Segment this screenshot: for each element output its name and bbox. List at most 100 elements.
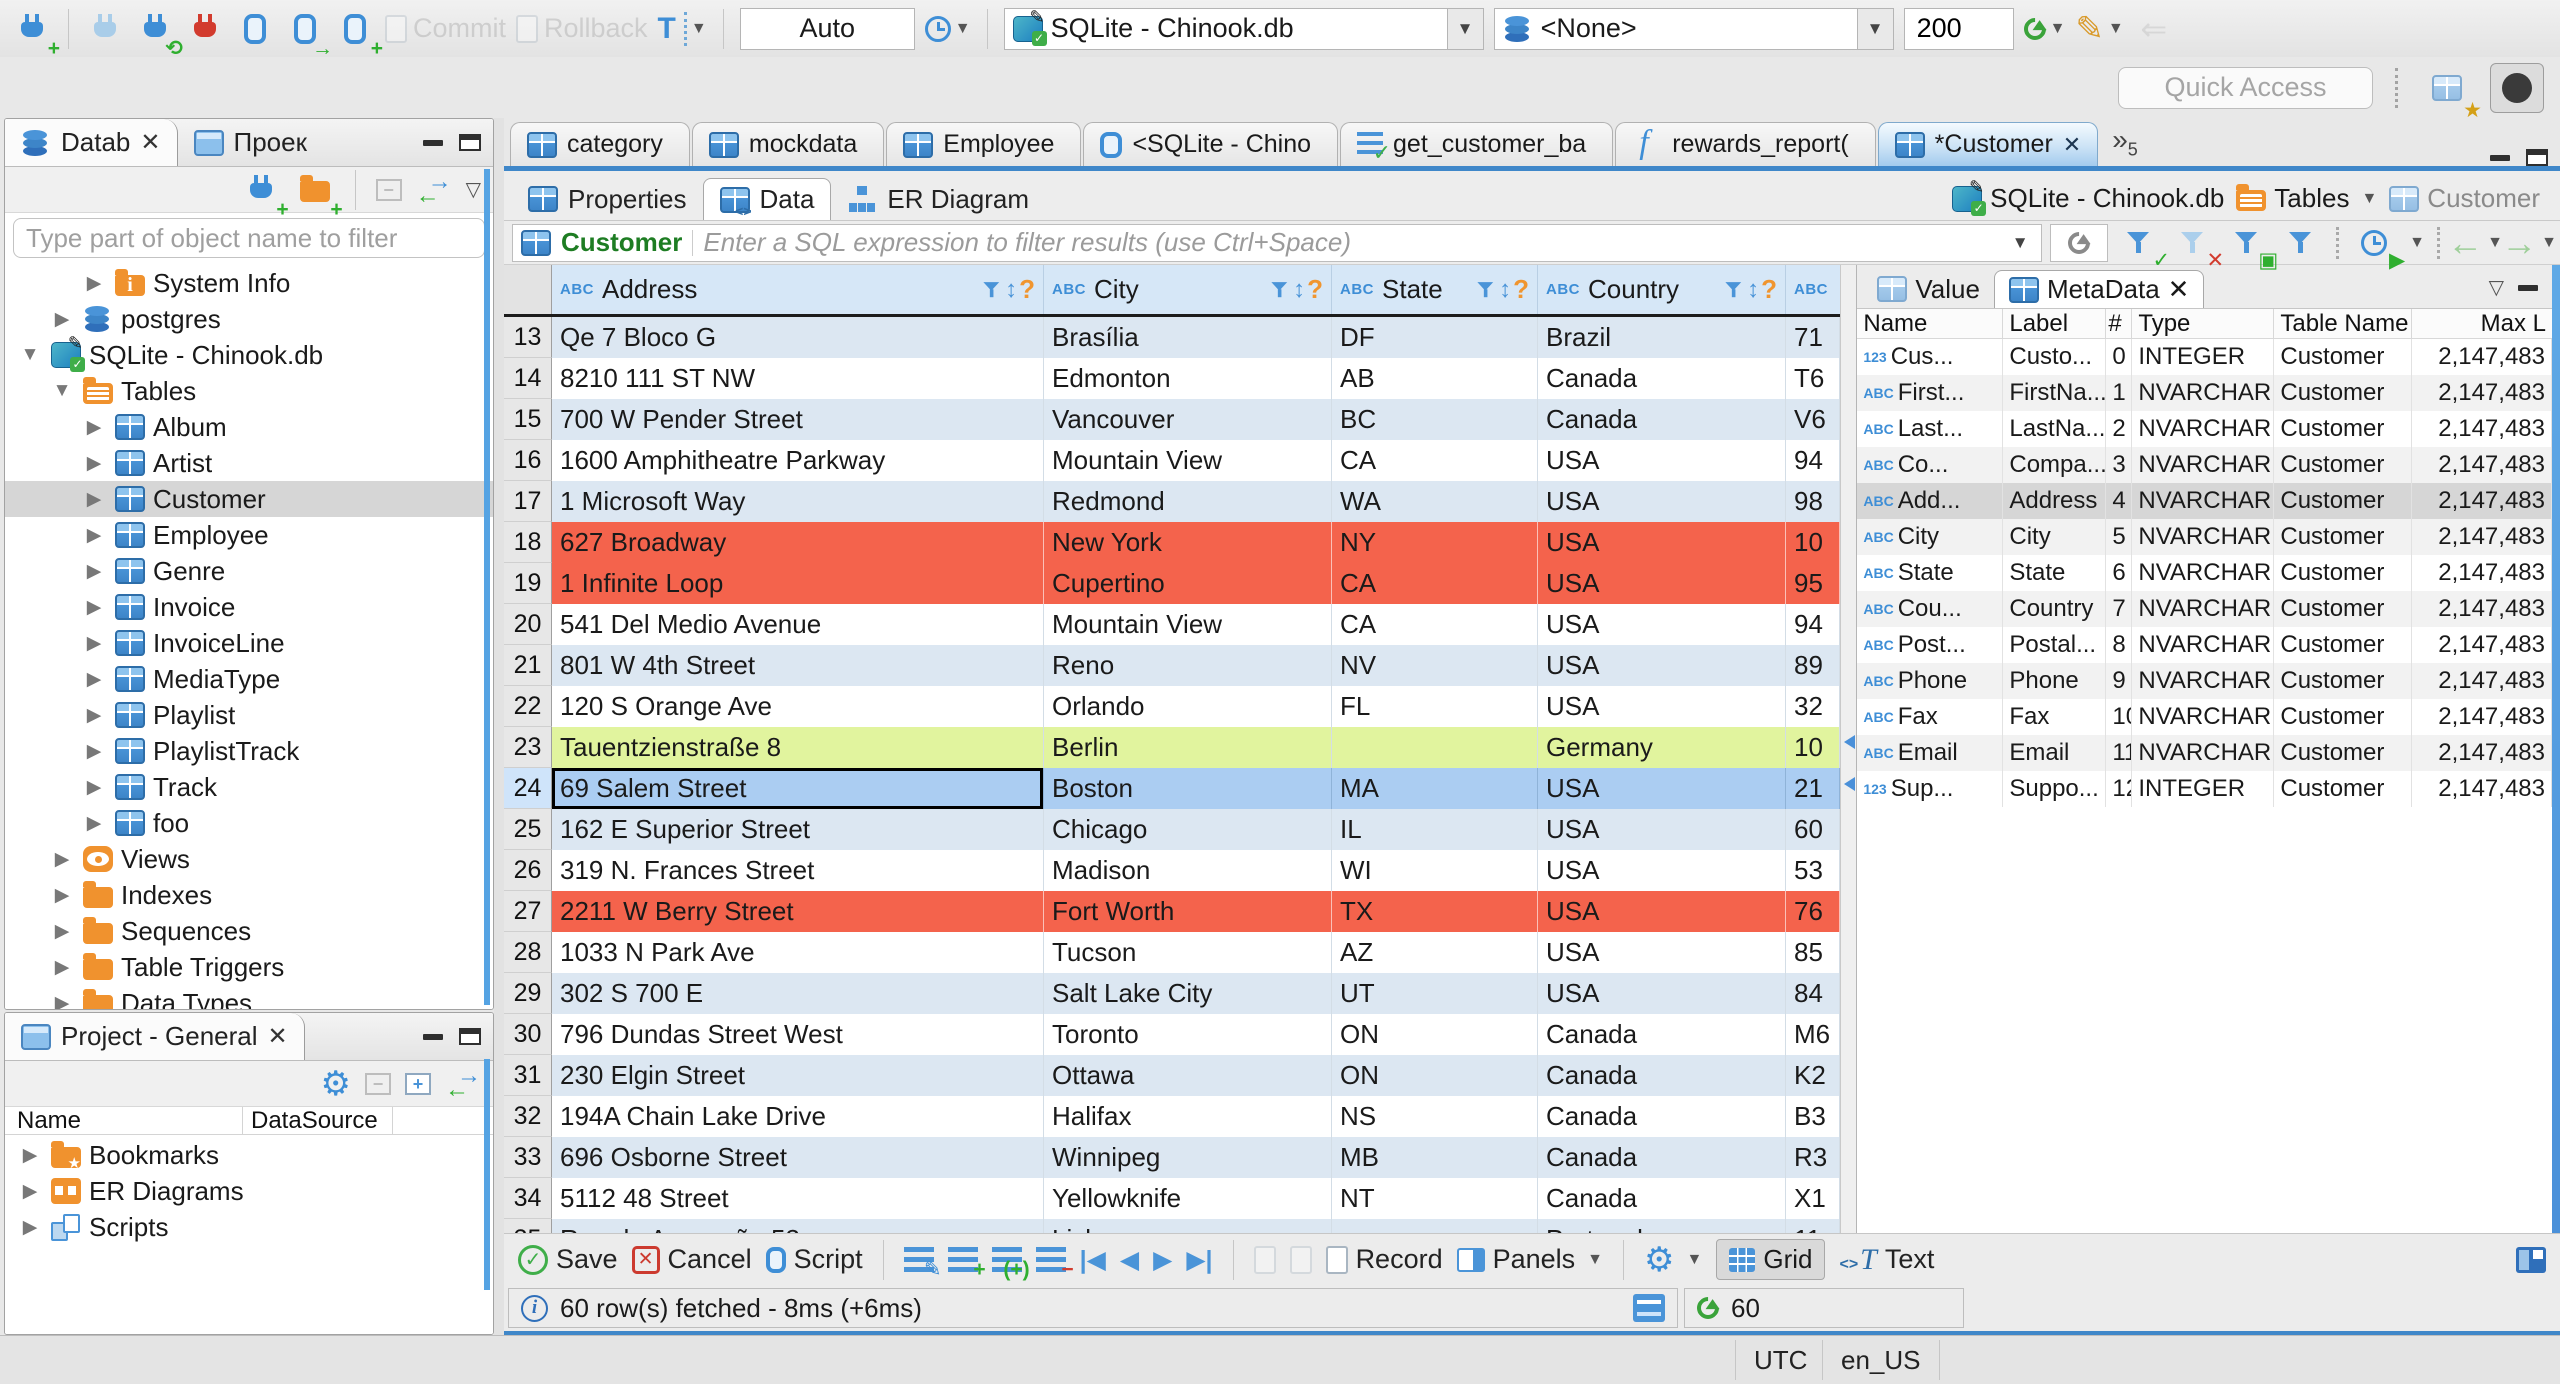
row-number-cell[interactable]: 14 <box>504 358 552 399</box>
cell-city[interactable]: Salt Lake City <box>1044 973 1332 1014</box>
corner-header-cell[interactable] <box>504 265 552 314</box>
open-perspective-button[interactable]: ★ <box>2420 63 2482 121</box>
new-connection-button[interactable]: + <box>241 168 289 220</box>
view-menu-icon[interactable]: ▽ <box>2489 275 2504 300</box>
table-row[interactable]: 27 2211 W Berry Street Fort Worth TX USA… <box>504 891 1841 932</box>
tab-database-navigator[interactable]: Datab ✕ <box>5 119 178 166</box>
cell-table-name[interactable]: Customer <box>2274 627 2413 663</box>
tree-item[interactable]: ▶ Indexes <box>5 877 493 913</box>
cell-column-name[interactable]: ABC Phone <box>1857 663 2004 699</box>
tree-item[interactable]: ▶ ER Diagrams <box>5 1173 493 1209</box>
cell-address[interactable]: 696 Osborne Street <box>552 1137 1044 1178</box>
cell-state[interactable]: IL <box>1332 809 1538 850</box>
cell-state[interactable] <box>1332 727 1538 768</box>
column-header-type[interactable]: Type <box>2132 309 2275 338</box>
transaction-mode-button[interactable]: T ▼ <box>658 7 707 51</box>
sort-icon[interactable]: ↕ <box>1293 276 1305 304</box>
commit-button[interactable]: Commit <box>385 7 506 51</box>
fetch-size-input[interactable] <box>1903 7 2014 50</box>
cell-max-length[interactable]: 2,147,483 <box>2412 591 2552 627</box>
cell-country[interactable]: Portugal <box>1538 1219 1786 1233</box>
metadata-row[interactable]: ABC Last... LastNa... 2 NVARCHAR Customer… <box>1857 411 2552 447</box>
auto-refresh-button[interactable]: ▶ <box>2351 223 2405 271</box>
twistie-icon[interactable]: ▶ <box>81 416 107 439</box>
active-connection-combo[interactable]: SQLite - Chinook.db ▼ <box>1003 7 1484 50</box>
table-row[interactable]: 13 Qe 7 Bloco G Brasília DF Brazil 71 <box>504 317 1841 358</box>
cancel-button[interactable]: ✕ Cancel <box>631 1244 752 1275</box>
tab-value[interactable]: Value <box>1863 270 1994 308</box>
twistie-icon[interactable]: ▶ <box>17 1144 43 1167</box>
tree-item[interactable]: ▼ SQLite - Chinook.db <box>5 333 493 373</box>
cell-city[interactable]: Ottawa <box>1044 1055 1332 1096</box>
table-row[interactable]: 24 69 Salem Street Boston MA USA 21 <box>504 768 1841 809</box>
cell-state[interactable]: AB <box>1332 358 1538 399</box>
cell-table-name[interactable]: Customer <box>2274 663 2413 699</box>
cell-address[interactable]: 541 Del Medio Avenue <box>552 604 1044 645</box>
cell-country[interactable]: Canada <box>1538 1096 1786 1137</box>
cell-postalcode[interactable]: 94 <box>1786 440 1841 481</box>
table-row[interactable]: 26 319 N. Frances Street Madison WI USA … <box>504 850 1841 891</box>
metadata-row[interactable]: 123Sup... Suppo... 12 INTEGER Customer 2… <box>1857 771 2552 807</box>
cell-max-length[interactable]: 2,147,483 <box>2412 627 2552 663</box>
cell-max-length[interactable]: 2,147,483 <box>2412 663 2552 699</box>
cell-column-name[interactable]: 123 Sup... <box>1857 771 2004 807</box>
cell-address[interactable]: 230 Elgin Street <box>552 1055 1044 1096</box>
table-row[interactable]: 17 1 Microsoft Way Redmond WA USA 98 <box>504 481 1841 522</box>
row-number-cell[interactable]: 18 <box>504 522 552 563</box>
refresh-button[interactable] <box>2050 223 2109 262</box>
column-header-country[interactable]: ABC Country ↕? <box>1538 265 1786 314</box>
cell-country[interactable]: USA <box>1538 891 1786 932</box>
cell-country[interactable]: Canada <box>1538 1055 1786 1096</box>
commit-mode-combo[interactable]: Auto <box>739 7 915 50</box>
cell-ordinal[interactable]: 12 <box>2106 771 2133 807</box>
tree-item[interactable]: ▶ foo <box>5 805 493 841</box>
sql-filter-field[interactable]: Customer Enter a SQL expression to filte… <box>512 223 2043 262</box>
cell-label[interactable]: State <box>2003 555 2107 591</box>
tab-overflow-button[interactable]: »5 <box>2100 124 2150 161</box>
cell-state[interactable]: MA <box>1332 768 1538 809</box>
filter-icon[interactable] <box>1723 279 1745 301</box>
row-number-cell[interactable]: 25 <box>504 809 552 850</box>
cell-table-name[interactable]: Customer <box>2274 483 2413 519</box>
cell-country[interactable]: USA <box>1538 563 1786 604</box>
minimize-icon[interactable] <box>423 139 443 146</box>
new-folder-button[interactable]: + <box>295 168 343 220</box>
cell-postalcode[interactable]: 95 <box>1786 563 1841 604</box>
cell-address[interactable]: 5112 48 Street <box>552 1178 1044 1219</box>
twistie-icon[interactable]: ▶ <box>81 452 107 475</box>
cell-table-name[interactable]: Customer <box>2274 339 2413 375</box>
cell-type[interactable]: NVARCHAR <box>2132 375 2275 411</box>
transaction-log-button[interactable]: ▼ <box>924 7 971 51</box>
cell-max-length[interactable]: 2,147,483 <box>2412 519 2552 555</box>
cell-address[interactable]: 194A Chain Lake Drive <box>552 1096 1044 1137</box>
table-row[interactable]: 20 541 Del Medio Avenue Mountain View CA… <box>504 604 1841 645</box>
toggle-panel-button[interactable] <box>2516 1246 2546 1273</box>
cell-postalcode[interactable]: 98 <box>1786 481 1841 522</box>
cell-city[interactable]: Yellowknife <box>1044 1178 1332 1219</box>
cell-address[interactable]: 801 W 4th Street <box>552 645 1044 686</box>
cell-state[interactable]: NY <box>1332 522 1538 563</box>
table-row[interactable]: 18 627 Broadway New York NY USA 10 <box>504 522 1841 563</box>
cell-city[interactable]: Brasília <box>1044 317 1332 358</box>
twistie-icon[interactable]: ▶ <box>81 596 107 619</box>
cell-city[interactable]: Winnipeg <box>1044 1137 1332 1178</box>
tree-item[interactable]: ▶ Track <box>5 769 493 805</box>
link-with-editor-button[interactable] <box>445 1062 481 1104</box>
cell-country[interactable]: Canada <box>1538 399 1786 440</box>
panels-button[interactable]: Panels ▼ <box>1456 1244 1603 1275</box>
table-row[interactable]: 25 162 E Superior Street Chicago IL USA … <box>504 809 1841 850</box>
editor-tab[interactable]: *Customer ✕ <box>1877 122 2099 166</box>
cell-label[interactable]: City <box>2003 519 2107 555</box>
cell-state[interactable]: AZ <box>1332 932 1538 973</box>
cell-column-name[interactable]: ABC Last... <box>1857 411 2004 447</box>
dbeaver-perspective-button[interactable] <box>2490 62 2544 113</box>
twistie-icon[interactable]: ▶ <box>81 812 107 835</box>
reconnect-button[interactable]: ⟲ <box>135 7 183 59</box>
cell-table-name[interactable]: Customer <box>2274 519 2413 555</box>
cell-column-name[interactable]: ABC State <box>1857 555 2004 591</box>
minimize-icon[interactable] <box>423 1033 443 1040</box>
cell-city[interactable]: Edmonton <box>1044 358 1332 399</box>
tab-er-diagram[interactable]: ER Diagram <box>831 178 1045 220</box>
cell-ordinal[interactable]: 10 <box>2106 699 2133 735</box>
metadata-row[interactable]: ABC Cou... Country 7 NVARCHAR Customer 2,… <box>1857 591 2552 627</box>
